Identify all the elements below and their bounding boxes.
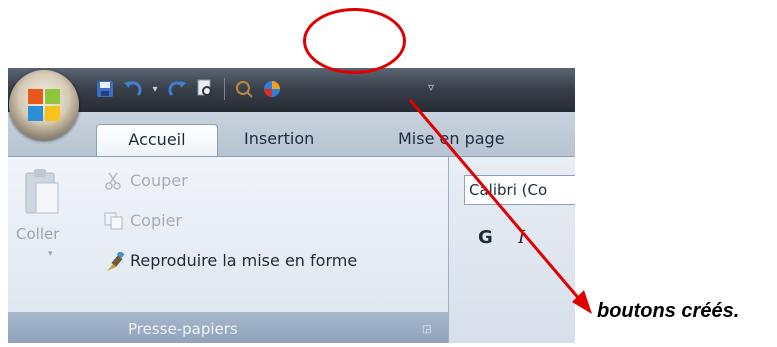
office-logo-icon (28, 89, 60, 121)
office-button[interactable] (9, 70, 79, 140)
annotation-arrow (408, 99, 592, 314)
annotation-caption: boutons créés. (597, 300, 740, 322)
